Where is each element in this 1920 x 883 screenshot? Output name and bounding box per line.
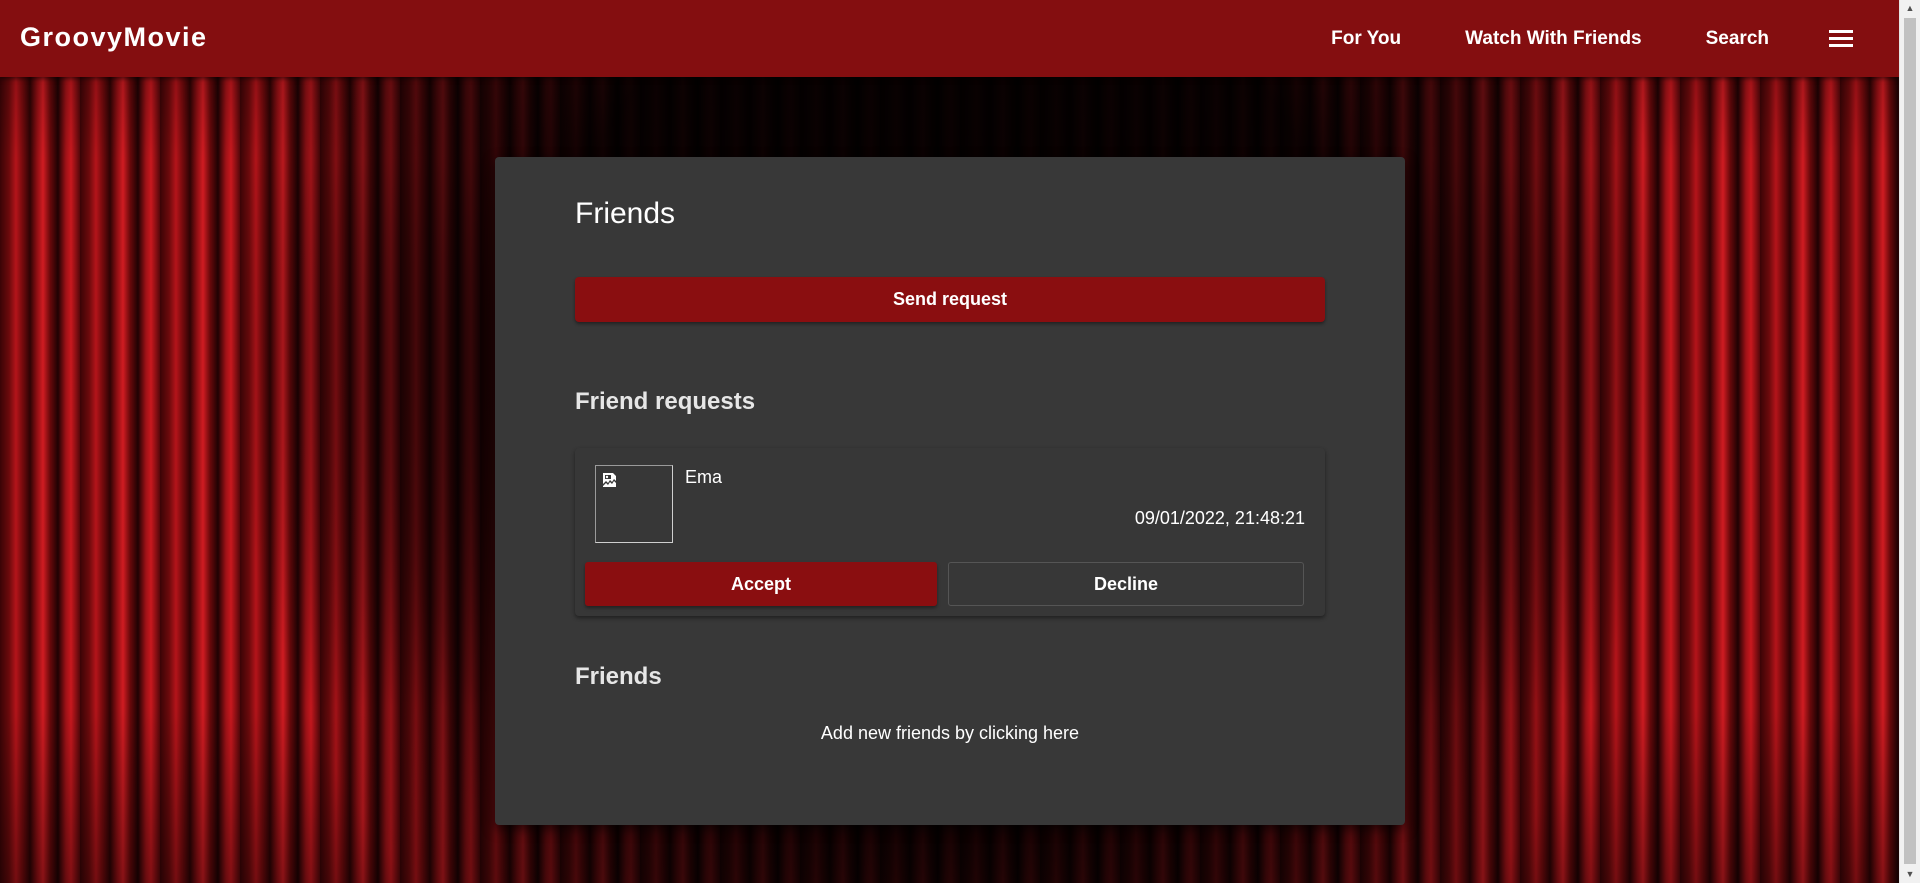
nav-links: For You Watch With Friends Search <box>1267 0 1853 77</box>
nav-link-watch-with-friends[interactable]: Watch With Friends <box>1465 28 1641 50</box>
scrollbar[interactable]: ▲ ▼ <box>1899 0 1920 883</box>
decline-button[interactable]: Decline <box>948 562 1304 606</box>
nav-link-for-you[interactable]: For You <box>1331 28 1401 50</box>
friend-requests-heading: Friend requests <box>575 388 756 415</box>
send-request-button[interactable]: Send request <box>575 277 1325 322</box>
request-username: Ema <box>685 467 723 487</box>
scroll-up-arrow-icon[interactable]: ▲ <box>1900 0 1920 17</box>
navbar: GroovyMovie For You Watch With Friends S… <box>0 0 1899 77</box>
scroll-down-arrow-icon[interactable]: ▼ <box>1900 866 1920 883</box>
page-title: Friends <box>575 197 676 230</box>
friend-request-item: Ema 09/01/2022, 21:48:21 Accept Decline <box>575 448 1325 616</box>
scrollbar-thumb[interactable] <box>1904 18 1916 864</box>
brand-logo[interactable]: GroovyMovie <box>20 22 208 53</box>
broken-image-icon <box>603 473 616 487</box>
request-timestamp: 09/01/2022, 21:48:21 <box>1134 508 1305 528</box>
friends-card: Friends Send request Friend requests Ema… <box>495 157 1405 825</box>
nav-link-search[interactable]: Search <box>1706 28 1769 50</box>
accept-button[interactable]: Accept <box>585 562 937 606</box>
hamburger-menu-icon[interactable] <box>1829 29 1853 48</box>
add-friends-link[interactable]: Add new friends by clicking here <box>575 723 1325 744</box>
avatar <box>595 465 673 543</box>
friends-heading: Friends <box>575 663 662 690</box>
